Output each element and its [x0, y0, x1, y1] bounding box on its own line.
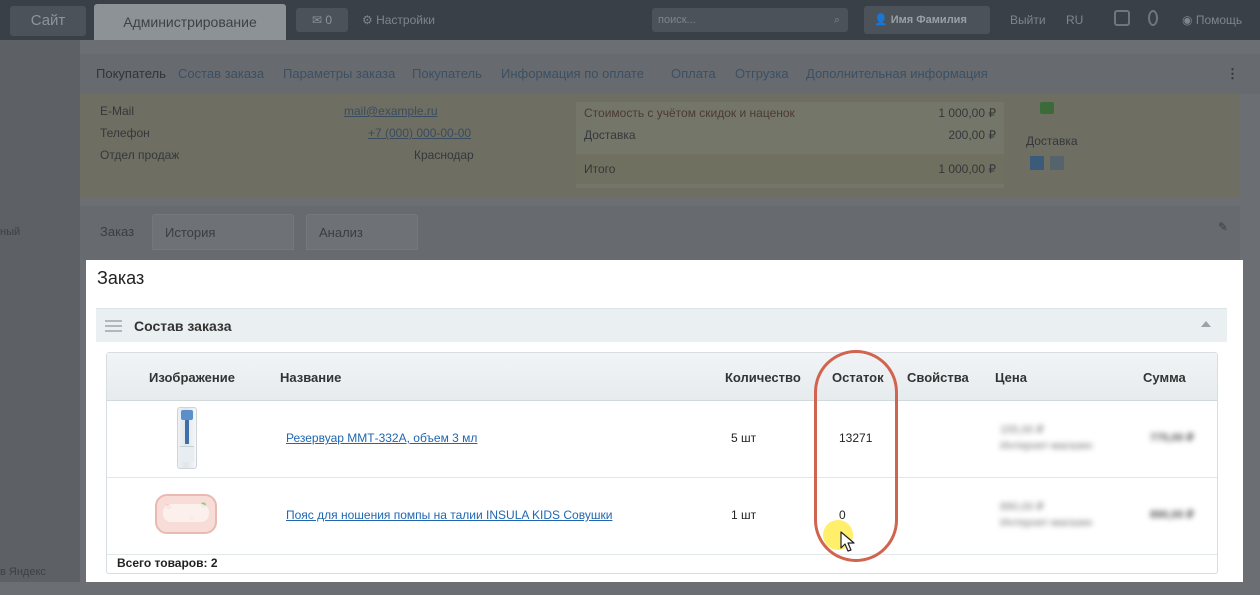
col-price: Цена: [995, 370, 1027, 385]
admin-tab[interactable]: Администрирование: [94, 4, 286, 40]
order-tab[interactable]: Параметры заказа: [283, 66, 395, 81]
product-name-link[interactable]: Пояс для ношения помпы на талии INSULA K…: [286, 508, 612, 522]
messages-count: 0: [325, 13, 333, 27]
quantity-value: 5 шт: [731, 431, 757, 445]
search-icon: ⌕: [833, 14, 840, 26]
section-tabs: Заказ История изменений Анализ заказа ✎: [80, 206, 1240, 276]
total-items-label: Всего товаров: 2: [117, 556, 218, 570]
order-summary-panel: E-Mail mail@example.ru Телефон +7 (000) …: [80, 94, 1240, 198]
email-link[interactable]: mail@example.ru: [344, 104, 438, 118]
price-note: Интернет-магазин: [1000, 517, 1093, 529]
collapse-icon[interactable]: [1201, 321, 1211, 327]
admin-topbar: Сайт Администрирование ✉ 0 ⚙ Настройки п…: [0, 0, 1260, 40]
left-menu: [0, 40, 80, 595]
order-composition-title: Состав заказа: [134, 318, 232, 334]
delivery-label: Доставка: [1026, 134, 1078, 148]
edit-icon[interactable]: ✎: [1218, 220, 1228, 234]
city-value: Краснодар: [414, 148, 474, 162]
city-label: Отдел продаж: [100, 148, 180, 162]
order-tab[interactable]: Информация по оплате: [501, 66, 644, 81]
order-tab[interactable]: Отгрузка: [735, 66, 789, 81]
price-note: Интернет-магазин: [1000, 440, 1093, 452]
price-amount: 890,00 ₽: [1000, 501, 1044, 513]
order-tab[interactable]: Покупатель: [96, 66, 166, 81]
search-input[interactable]: поиск... ⌕: [652, 8, 848, 32]
order-tab[interactable]: Состав заказа: [178, 66, 264, 81]
order-composition-header[interactable]: Состав заказа: [96, 308, 1227, 342]
order-tab[interactable]: Дополнительная информация: [806, 66, 988, 81]
sum-value: 890,00 ₽: [1150, 509, 1194, 521]
sum-label: Итого: [584, 162, 616, 176]
order-tab[interactable]: Покупатель: [412, 66, 482, 81]
tab-history[interactable]: История изменений: [152, 214, 294, 276]
col-sum: Сумма: [1143, 370, 1186, 385]
page-background: [0, 582, 1260, 595]
order-title: Заказ: [97, 268, 145, 288]
left-menu-item[interactable]: ный: [0, 226, 20, 238]
tab-analysis[interactable]: Анализ заказа: [306, 214, 418, 276]
order-tab[interactable]: Оплата: [671, 66, 716, 81]
exit-link[interactable]: Выйти: [1010, 8, 1046, 32]
email-label: E-Mail: [100, 104, 135, 118]
table-footer: Всего товаров: 2: [107, 555, 1217, 573]
table-header: Изображение Название Количество Остаток …: [107, 353, 1217, 401]
help-button[interactable]: ◉ Помощь: [1182, 8, 1242, 32]
col-image: Изображение: [149, 370, 235, 385]
table-row: Пояс для ношения помпы на талии INSULA K…: [107, 478, 1217, 555]
sum-value: 1 000,00 ₽: [938, 162, 996, 176]
order-items-table: Изображение Название Количество Остаток …: [106, 352, 1218, 574]
price-value: 890,00 ₽ Интернет-магазин: [1000, 499, 1092, 531]
check-icon: [1040, 102, 1054, 114]
settings-button[interactable]: ⚙ Настройки: [362, 8, 435, 32]
sum-value: 200,00 ₽: [948, 128, 996, 142]
tab-order[interactable]: Заказ: [88, 214, 146, 250]
user-button[interactable]: 👤 Имя Фамилия: [864, 6, 990, 34]
user-name: Имя Фамилия: [890, 14, 967, 26]
col-props: Свойства: [907, 370, 969, 385]
mouse-cursor-icon: [840, 531, 855, 552]
site-button[interactable]: Сайт: [10, 6, 86, 36]
pin-icon[interactable]: [1148, 10, 1158, 26]
price-amount: 155,00 ₽: [1000, 424, 1044, 436]
product-name-link[interactable]: Резервуар ММТ-332А, объем 3 мл: [286, 431, 477, 445]
messages-button[interactable]: ✉ 0: [296, 8, 348, 32]
order-section: Заказ Состав заказа Изображение Название…: [86, 260, 1243, 582]
sum-value: 775,00 ₽: [1150, 432, 1194, 444]
sum-label: Доставка: [584, 128, 636, 142]
reservoir-image[interactable]: [177, 407, 197, 469]
drag-handle-icon[interactable]: [105, 320, 122, 332]
belt-image[interactable]: [155, 494, 217, 534]
table-row: Резервуар ММТ-332А, объем 3 мл 5 шт 1327…: [107, 401, 1217, 478]
language-button[interactable]: RU: [1066, 8, 1083, 32]
left-menu-item[interactable]: в Яндекс: [0, 566, 46, 578]
col-qty: Количество: [725, 370, 801, 385]
help-label: Помощь: [1195, 13, 1243, 27]
search-placeholder: поиск...: [658, 14, 696, 26]
delivery-icon: [1030, 156, 1044, 170]
quantity-value: 1 шт: [731, 508, 757, 522]
sum-box: Стоимость с учётом скидок и наценок 1 00…: [576, 102, 1004, 188]
settings-label: Настройки: [376, 13, 435, 27]
col-name: Название: [280, 370, 342, 385]
phone-link[interactable]: +7 (000) 000-00-00: [368, 126, 471, 140]
phone-label: Телефон: [100, 126, 150, 140]
sum-value: 1 000,00 ₽: [938, 106, 996, 120]
more-icon[interactable]: ⋮: [1226, 66, 1239, 81]
price-value: 155,00 ₽ Интернет-магазин: [1000, 422, 1092, 454]
sum-total-row: Итого 1 000,00 ₽: [576, 154, 1004, 184]
delivery-icon: [1050, 156, 1064, 170]
sum-label: Стоимость с учётом скидок и наценок: [584, 106, 795, 120]
bookmark-icon[interactable]: [1114, 10, 1130, 26]
order-tabs: Покупатель Состав заказа Параметры заказ…: [80, 54, 1260, 94]
